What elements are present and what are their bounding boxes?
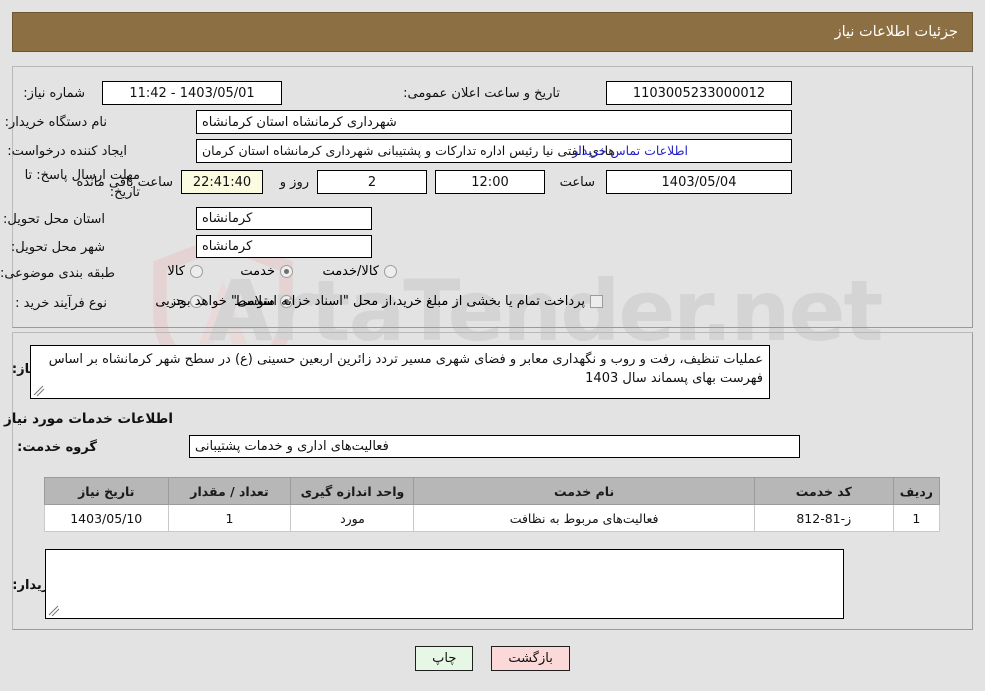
announce-datetime-label: تاریخ و ساعت اعلان عمومی:	[403, 86, 560, 101]
days-remaining-label: روز و	[279, 175, 309, 190]
category-option-khedmat-label: خدمت	[240, 264, 275, 279]
col-radif: ردیف	[892, 477, 941, 505]
page-title: جزئیات اطلاعات نیاز	[834, 24, 958, 40]
countdown-timer-value: 22:41:40	[181, 170, 263, 194]
services-section-heading: اطلاعات خدمات مورد نیاز	[3, 411, 173, 427]
general-description-text: عملیات تنظیف، رفت و روب و نگهداری معابر …	[48, 352, 763, 386]
requester-value: هادی الفتی نیا رئیس اداره تدارکات و پشتی…	[196, 139, 792, 163]
page-header-bar: جزئیات اطلاعات نیاز	[12, 12, 973, 52]
service-group-label: گروه خدمت:	[17, 440, 97, 455]
radio-khedmat-icon[interactable]	[280, 265, 293, 278]
category-option-khedmat[interactable]: خدمت	[240, 264, 293, 279]
islamic-treasury-checkbox-label: پرداخت تمام یا بخشی از مبلغ خرید،از محل …	[170, 294, 585, 309]
category-option-kala-label: کالا	[167, 264, 185, 279]
cell-radif: 1	[892, 504, 941, 532]
delivery-city-label: شهر محل تحویل:	[10, 240, 105, 255]
delivery-city-value: کرمانشاه	[196, 235, 372, 258]
category-label: طبقه بندی موضوعی:	[0, 266, 115, 281]
category-option-kala-khedmat[interactable]: کالا/خدمت	[322, 264, 397, 279]
col-unit: واحد اندازه گیری	[290, 477, 415, 505]
col-quantity: تعداد / مقدار	[167, 477, 292, 505]
cell-need-date: 1403/05/10	[44, 504, 169, 532]
services-table: ردیف کد خدمت نام خدمت واحد اندازه گیری ت…	[44, 477, 941, 532]
buyer-contact-link[interactable]: اطلاعات تماس خریدار	[572, 143, 688, 158]
days-remaining-value: 2	[317, 170, 427, 194]
category-option-kala-khedmat-label: کالا/خدمت	[322, 264, 379, 279]
back-button[interactable]: بازگشت	[491, 646, 570, 671]
table-header-row: ردیف کد خدمت نام خدمت واحد اندازه گیری ت…	[44, 477, 941, 505]
deadline-date-value: 1403/05/04	[606, 170, 792, 194]
radio-kala-icon[interactable]	[190, 265, 203, 278]
resize-grip-icon	[48, 605, 60, 617]
radio-kala-khedmat-icon[interactable]	[384, 265, 397, 278]
cell-service-code: ز-81-812	[753, 504, 894, 532]
table-row[interactable]: 1 ز-81-812 فعالیت‌های مربوط به نظافت مور…	[44, 504, 941, 532]
announce-datetime-value: 1403/05/01 - 11:42	[102, 81, 282, 105]
deadline-hour-label: ساعت	[559, 175, 595, 190]
delivery-province-label: استان محل تحویل:	[3, 212, 105, 227]
cell-service-name: فعالیت‌های مربوط به نظافت	[413, 504, 755, 532]
print-button[interactable]: چاپ	[415, 646, 474, 671]
col-service-code: کد خدمت	[753, 477, 894, 505]
buyer-org-value: شهرداری کرمانشاه استان کرمانشاه	[196, 110, 792, 134]
col-service-name: نام خدمت	[413, 477, 755, 505]
service-group-value: فعالیت‌های اداری و خدمات پشتیبانی	[189, 435, 800, 458]
requester-label: ایجاد کننده درخواست:	[7, 144, 127, 159]
col-need-date: تاریخ نیاز	[44, 477, 169, 505]
countdown-remaining-label: ساعت باقی مانده	[76, 175, 173, 190]
category-option-kala[interactable]: کالا	[167, 264, 203, 279]
need-info-panel	[12, 66, 973, 328]
process-type-label: نوع فرآیند خرید :	[15, 296, 107, 311]
islamic-treasury-checkbox-row[interactable]: پرداخت تمام یا بخشی از مبلغ خرید،از محل …	[170, 294, 603, 309]
resize-grip-icon	[33, 385, 45, 397]
general-description-value[interactable]: عملیات تنظیف، رفت و روب و نگهداری معابر …	[30, 345, 770, 399]
page-root: ArtaTender.net جزئیات اطلاعات نیاز شماره…	[0, 0, 985, 691]
islamic-treasury-checkbox-icon[interactable]	[590, 295, 603, 308]
buyer-notes-value[interactable]	[45, 549, 844, 619]
need-number-value: 1103005233000012	[606, 81, 792, 105]
cell-unit: مورد	[290, 504, 415, 532]
need-number-label: شماره نیاز:	[23, 86, 85, 101]
delivery-province-value: کرمانشاه	[196, 207, 372, 230]
deadline-time-value: 12:00	[435, 170, 545, 194]
cell-quantity: 1	[167, 504, 292, 532]
buyer-org-label: نام دستگاه خریدار:	[4, 115, 107, 130]
action-button-row: بازگشت چاپ	[0, 646, 985, 671]
